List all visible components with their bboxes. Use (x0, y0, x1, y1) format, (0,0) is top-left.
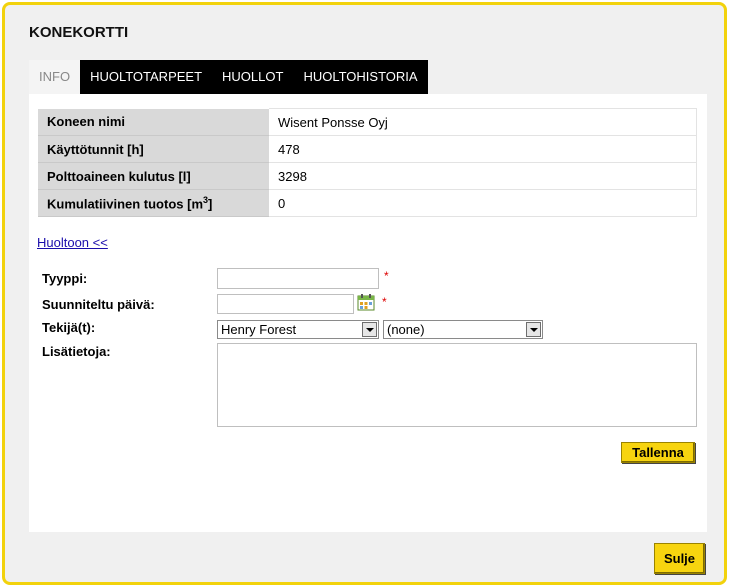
table-row: Kumulatiivinen tuotos [m3] 0 (38, 189, 697, 217)
notes-textarea[interactable] (217, 343, 697, 427)
tab-maintenance-needs[interactable]: HUOLTOTARPEET (80, 60, 213, 94)
cumulative-output-label: Kumulatiivinen tuotos [m3] (38, 189, 269, 217)
close-button[interactable]: Sulje (654, 543, 705, 574)
tab-info[interactable]: INFO (29, 60, 81, 94)
planned-date-label: Suunniteltu päivä: (42, 297, 155, 312)
type-input[interactable] (217, 268, 379, 289)
operating-hours-value: 478 (269, 135, 697, 163)
machine-name-label: Koneen nimi (38, 108, 269, 136)
machine-name-value: Wisent Ponsse Oyj (269, 108, 697, 136)
info-panel: Koneen nimi Wisent Ponsse Oyj Käyttötunn… (29, 94, 707, 532)
type-label: Tyyppi: (42, 271, 88, 286)
cumulative-output-value: 0 (269, 189, 697, 217)
cumulative-output-label-text: Kumulatiivinen tuotos [m (47, 196, 203, 212)
chevron-down-icon (362, 322, 377, 337)
back-to-maintenance-link[interactable]: Huoltoon << (37, 235, 108, 250)
performer-select-value: Henry Forest (221, 322, 297, 337)
chevron-down-icon (526, 322, 541, 337)
performer2-select-value: (none) (387, 322, 425, 337)
tab-maintenance-history[interactable]: HUOLTOHISTORIA (293, 60, 428, 94)
machine-card-dialog: KONEKORTTI INFO HUOLTOTARPEET HUOLLOT HU… (2, 2, 727, 585)
tab-bar: INFO HUOLTOTARPEET HUOLLOT HUOLTOHISTORI… (29, 60, 428, 94)
table-row: Polttoaineen kulutus [l] 3298 (38, 162, 697, 190)
table-row: Käyttötunnit [h] 478 (38, 135, 697, 163)
notes-label: Lisätietoja: (42, 344, 111, 359)
performer2-select[interactable]: (none) (383, 320, 543, 339)
dialog-title: KONEKORTTI (29, 24, 129, 41)
type-required-mark: * (384, 269, 389, 283)
cumulative-output-label-end: ] (208, 196, 213, 212)
performer-select[interactable]: Henry Forest (217, 320, 379, 339)
save-button[interactable]: Tallenna (621, 442, 695, 463)
operating-hours-label: Käyttötunnit [h] (38, 135, 269, 163)
performer-label: Tekijä(t): (42, 320, 96, 335)
tab-maintenances[interactable]: HUOLLOT (212, 60, 294, 94)
fuel-consumption-label: Polttoaineen kulutus [l] (38, 162, 269, 190)
table-row: Koneen nimi Wisent Ponsse Oyj (38, 108, 697, 136)
calendar-icon[interactable] (357, 293, 375, 311)
machine-info-table: Koneen nimi Wisent Ponsse Oyj Käyttötunn… (38, 108, 697, 217)
fuel-consumption-value: 3298 (269, 162, 697, 190)
planned-date-input[interactable] (217, 294, 354, 314)
planned-date-required-mark: * (382, 295, 387, 309)
